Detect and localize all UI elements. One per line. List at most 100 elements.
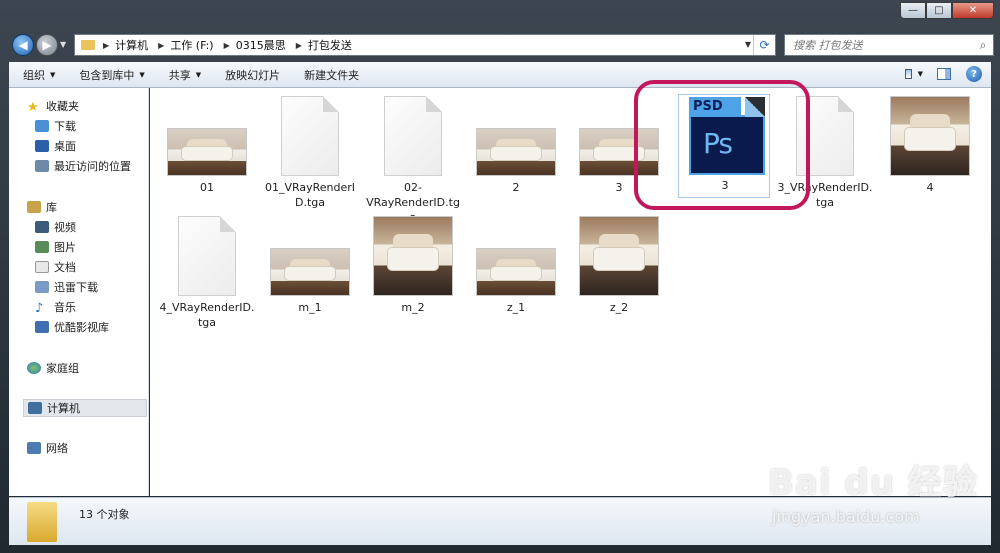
breadcrumb-folder[interactable]: 0315晨思 — [236, 37, 286, 53]
music-icon: ♪ — [35, 301, 44, 316]
thumbnail — [365, 94, 461, 176]
thumbnail — [159, 214, 255, 296]
minimize-button[interactable]: — — [900, 2, 926, 19]
file-item[interactable]: 01_VRayRenderID.tga — [262, 94, 358, 210]
forward-button[interactable]: ▶ — [36, 34, 58, 56]
organize-menu[interactable]: 组织 ▼ — [9, 67, 65, 83]
annotation-highlight-circle — [634, 80, 810, 210]
slideshow-label: 放映幻灯片 — [225, 68, 281, 82]
slideshow-button[interactable]: 放映幻灯片 — [211, 67, 290, 83]
search-input[interactable] — [785, 38, 973, 52]
baidu-watermark: Bai du 经验 jingyan.baidu.com — [768, 455, 988, 535]
thumbnail — [365, 214, 461, 296]
nav-label: 最近访问的位置 — [54, 160, 131, 173]
file-item[interactable]: m_1 — [262, 214, 358, 315]
view-icon — [905, 69, 912, 79]
breadcrumb-current[interactable]: 打包发送 — [308, 37, 352, 53]
nav-label: 图片 — [54, 241, 76, 254]
image-thumbnail — [270, 248, 350, 296]
refresh-icon[interactable]: ⟳ — [753, 35, 775, 55]
watermark-logo: Bai du 经验 — [768, 463, 978, 503]
nav-label: 网络 — [46, 442, 68, 455]
thumbnail — [262, 214, 358, 296]
file-name: z_1 — [506, 301, 526, 314]
change-view-button[interactable]: ▼ — [905, 65, 923, 83]
item-count: 13 个对象 — [79, 508, 130, 521]
include-library-label: 包含到库中 — [79, 68, 135, 82]
image-thumbnail — [476, 128, 556, 176]
download-icon — [35, 120, 49, 132]
folder-icon — [81, 40, 95, 50]
image-thumbnail — [476, 248, 556, 296]
file-name: 2 — [512, 181, 520, 194]
new-folder-button[interactable]: 新建文件夹 — [290, 67, 369, 83]
thumbnail — [571, 214, 667, 296]
file-item[interactable]: 01 — [159, 94, 255, 195]
share-label: 共享 — [168, 68, 191, 82]
arrow-left-icon: ◀ — [18, 38, 28, 52]
new-folder-label: 新建文件夹 — [304, 68, 360, 82]
file-item[interactable]: z_2 — [571, 214, 667, 315]
video-library-icon — [35, 321, 49, 333]
nav-label: 迅雷下载 — [54, 281, 98, 294]
nav-libraries[interactable]: 库 — [27, 198, 165, 216]
document-icon — [281, 96, 339, 176]
history-dropdown-icon[interactable]: ▼ — [60, 40, 66, 49]
thumbnail — [882, 94, 978, 176]
file-item[interactable]: 4 — [882, 94, 978, 195]
search-box: ⌕ — [784, 34, 994, 56]
search-icon[interactable]: ⌕ — [973, 38, 993, 53]
help-button[interactable]: ? — [965, 65, 983, 83]
nav-label: 下载 — [54, 120, 76, 133]
file-item[interactable]: m_2 — [365, 214, 461, 315]
document-icon — [384, 96, 442, 176]
nav-label: 库 — [46, 201, 57, 214]
nav-label: 音乐 — [54, 301, 76, 314]
address-row: ◀ ▶ ▼ ▶ 计算机 ▶ 工作 (F:) ▶ 0315晨思 ▶ 打包发送 ▼ … — [8, 30, 994, 58]
file-item[interactable]: 4_VRayRenderID.tga — [159, 214, 255, 330]
library-icon — [27, 201, 41, 213]
nav-network[interactable]: 网络 — [27, 439, 165, 457]
thumbnail — [468, 214, 564, 296]
chevron-right-icon[interactable]: ▶ — [224, 41, 230, 50]
chevron-down-icon: ▼ — [917, 70, 923, 78]
nav-label: 收藏夹 — [46, 100, 79, 113]
video-icon — [35, 221, 49, 233]
maximize-button[interactable]: □ — [926, 2, 952, 19]
nav-label: 优酷影视库 — [54, 321, 109, 334]
nav-homegroup[interactable]: 家庭组 — [27, 359, 165, 377]
chevron-right-icon[interactable]: ▶ — [158, 41, 164, 50]
include-library-menu[interactable]: 包含到库中 ▼ — [65, 67, 154, 83]
chevron-right-icon[interactable]: ▶ — [103, 41, 109, 50]
network-icon — [27, 442, 41, 454]
picture-icon — [35, 241, 49, 253]
preview-pane-button[interactable] — [935, 65, 953, 83]
close-button[interactable]: ✕ — [952, 2, 994, 19]
thumbnail — [159, 94, 255, 176]
toolbar-right: ▼ ? — [905, 65, 983, 83]
breadcrumb-drive[interactable]: 工作 (F:) — [170, 37, 213, 53]
nav-label: 计算机 — [47, 402, 80, 415]
file-list: 01 01_VRayRenderID.tga 02-VRayRenderID.t… — [150, 88, 991, 496]
image-thumbnail — [579, 216, 659, 296]
share-menu[interactable]: 共享 ▼ — [155, 67, 211, 83]
nav-computer[interactable]: 计算机 — [23, 399, 147, 417]
recent-places-icon — [35, 160, 49, 172]
file-item[interactable]: z_1 — [468, 214, 564, 315]
organize-label: 组织 — [23, 68, 45, 82]
preview-pane-icon — [937, 68, 951, 80]
watermark-url: jingyan.baidu.com — [772, 507, 920, 526]
file-item[interactable]: 2 — [468, 94, 564, 195]
nav-label: 家庭组 — [46, 362, 79, 375]
nav-favorites[interactable]: ★ 收藏夹 — [27, 97, 165, 115]
homegroup-icon — [27, 362, 41, 374]
file-name: 01 — [200, 181, 214, 194]
window-controls: — □ ✕ — [900, 2, 994, 19]
back-button[interactable]: ◀ — [12, 34, 34, 56]
file-item[interactable]: 02-VRayRenderID.tga — [365, 94, 461, 225]
address-dropdown-icon[interactable]: ▼ — [745, 40, 751, 49]
address-bar[interactable]: ▶ 计算机 ▶ 工作 (F:) ▶ 0315晨思 ▶ 打包发送 ▼ ⟳ — [74, 34, 776, 56]
breadcrumb-computer[interactable]: 计算机 — [115, 37, 148, 53]
desktop-icon — [35, 140, 49, 152]
chevron-right-icon[interactable]: ▶ — [296, 41, 302, 50]
